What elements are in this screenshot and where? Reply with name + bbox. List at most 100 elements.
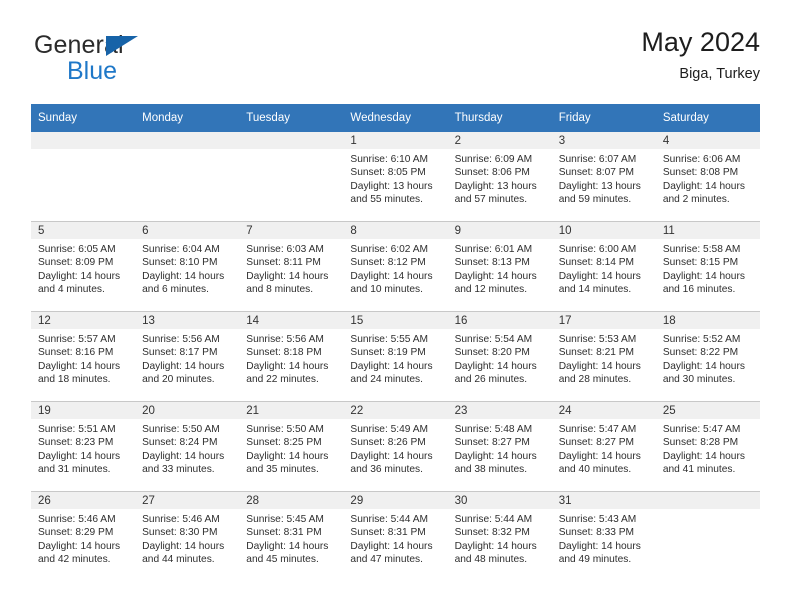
- sunrise-text: Sunrise: 5:53 AM: [558, 334, 637, 345]
- day-details: Sunrise: 6:00 AM Sunset: 8:14 PM Daylight:…: [552, 239, 656, 296]
- day-details: Sunrise: 5:57 AM Sunset: 8:16 PM Daylight:…: [31, 329, 135, 386]
- calendar-day-cell[interactable]: 12 Sunrise: 5:57 AM Sunset: 8:16 PM Dayligh…: [31, 311, 136, 402]
- sunrise-text: Sunrise: 5:47 AM: [558, 424, 637, 435]
- day-details: Sunrise: 6:02 AM Sunset: 8:12 PM Daylight:…: [343, 239, 447, 296]
- sunset-text: Sunset: 8:20 PM: [454, 347, 530, 359]
- calendar-day-cell[interactable]: 16 Sunrise: 5:54 AM Sunset: 8:20 PM Dayligh…: [447, 311, 552, 402]
- calendar-day-cell[interactable]: 2 Sunrise: 6:09 AM Sunset: 8:06 PM Daylight…: [447, 132, 552, 222]
- day-details: Sunrise: 5:47 AM Sunset: 8:28 PM Daylight:…: [656, 419, 760, 476]
- weekday-header-saturday: Saturday: [655, 104, 760, 132]
- daylight-text: Daylight: 14 hours and 36 minutes.: [350, 450, 433, 475]
- general-blue-logo[interactable]: General Blue: [34, 33, 294, 89]
- day-details: Sunrise: 5:50 AM Sunset: 8:25 PM Daylight:…: [239, 419, 343, 476]
- sunset-text: Sunset: 8:15 PM: [662, 257, 739, 269]
- daylight-text: Daylight: 14 hours and 12 minutes.: [454, 270, 537, 295]
- calendar-day-cell[interactable]: 24 Sunrise: 5:47 AM Sunset: 8:27 PM Dayligh…: [551, 401, 656, 492]
- page-header: General Blue May 2024 Biga, Turkey: [31, 27, 760, 90]
- day-details: Sunrise: 6:03 AM Sunset: 8:11 PM Daylight:…: [239, 239, 343, 296]
- weekday-header-monday: Monday: [135, 104, 240, 132]
- sunset-text: Sunset: 8:19 PM: [350, 347, 426, 359]
- sunset-text: Sunset: 8:31 PM: [350, 527, 426, 539]
- calendar-day-cell[interactable]: 29 Sunrise: 5:44 AM Sunset: 8:31 PM Dayligh…: [343, 491, 448, 581]
- sunset-text: Sunset: 8:25 PM: [246, 437, 322, 449]
- sunrise-text: Sunrise: 5:46 AM: [38, 514, 116, 525]
- calendar-week-row: 26 Sunrise: 5:46 AM Sunset: 8:29 PM Dayligh…: [31, 491, 760, 581]
- calendar-day-cell[interactable]: 6 Sunrise: 6:04 AM Sunset: 8:10 PM Daylight…: [135, 221, 240, 312]
- calendar-day-cell[interactable]: 4 Sunrise: 6:06 AM Sunset: 8:08 PM Daylight…: [655, 132, 760, 222]
- calendar-day-cell[interactable]: 1 Sunrise: 6:10 AM Sunset: 8:05 PM Daylight…: [343, 132, 448, 222]
- sunrise-text: Sunrise: 6:06 AM: [662, 154, 741, 165]
- day-details: Sunrise: 6:05 AM Sunset: 8:09 PM Daylight:…: [31, 239, 135, 296]
- daylight-text: Daylight: 14 hours and 20 minutes.: [142, 360, 225, 385]
- calendar-day-cell[interactable]: 3 Sunrise: 6:07 AM Sunset: 8:07 PM Daylight…: [551, 132, 656, 222]
- calendar-day-cell[interactable]: 18 Sunrise: 5:52 AM Sunset: 8:22 PM Dayligh…: [655, 311, 760, 402]
- calendar-day-cell[interactable]: 21 Sunrise: 5:50 AM Sunset: 8:25 PM Dayligh…: [239, 401, 344, 492]
- calendar-day-cell[interactable]: 20 Sunrise: 5:50 AM Sunset: 8:24 PM Dayligh…: [135, 401, 240, 492]
- sunrise-text: Sunrise: 5:58 AM: [662, 244, 741, 255]
- daylight-text: Daylight: 14 hours and 4 minutes.: [38, 270, 121, 295]
- day-details: Sunrise: 6:04 AM Sunset: 8:10 PM Daylight:…: [135, 239, 239, 296]
- calendar-day-cell[interactable]: 15 Sunrise: 5:55 AM Sunset: 8:19 PM Dayligh…: [343, 311, 448, 402]
- sunrise-text: Sunrise: 6:04 AM: [142, 244, 220, 255]
- daylight-text: Daylight: 14 hours and 16 minutes.: [662, 270, 745, 295]
- day-number: 24: [551, 402, 656, 419]
- calendar-day-cell[interactable]: 26 Sunrise: 5:46 AM Sunset: 8:29 PM Dayligh…: [31, 491, 136, 581]
- calendar-day-cell[interactable]: 7 Sunrise: 6:03 AM Sunset: 8:11 PM Daylight…: [239, 221, 344, 312]
- sunset-text: Sunset: 8:12 PM: [350, 257, 426, 269]
- sunrise-text: Sunrise: 6:03 AM: [246, 244, 324, 255]
- sunset-text: Sunset: 8:21 PM: [558, 347, 635, 359]
- day-details: Sunrise: 5:44 AM Sunset: 8:31 PM Daylight:…: [343, 509, 447, 566]
- calendar-page: General Blue May 2024 Biga, Turkey Sunda…: [0, 0, 792, 612]
- day-details: Sunrise: 6:01 AM Sunset: 8:13 PM Daylight:…: [448, 239, 552, 296]
- calendar-day-cell[interactable]: 9 Sunrise: 6:01 AM Sunset: 8:13 PM Daylight…: [447, 221, 552, 312]
- calendar-week-row: 12 Sunrise: 5:57 AM Sunset: 8:16 PM Dayligh…: [31, 311, 760, 402]
- calendar-day-cell[interactable]: 8 Sunrise: 6:02 AM Sunset: 8:12 PM Daylight…: [343, 221, 448, 312]
- calendar-day-cell[interactable]: 11 Sunrise: 5:58 AM Sunset: 8:15 PM Dayligh…: [655, 221, 760, 312]
- day-details: Sunrise: 5:43 AM Sunset: 8:33 PM Daylight:…: [552, 509, 656, 566]
- calendar-day-cell[interactable]: 22 Sunrise: 5:49 AM Sunset: 8:26 PM Dayligh…: [343, 401, 448, 492]
- daylight-text: Daylight: 14 hours and 14 minutes.: [558, 270, 641, 295]
- day-number: 14: [239, 312, 344, 329]
- calendar-day-cell[interactable]: 28 Sunrise: 5:45 AM Sunset: 8:31 PM Dayligh…: [239, 491, 344, 581]
- weekday-header-wednesday: Wednesday: [343, 104, 448, 132]
- sunset-text: Sunset: 8:33 PM: [558, 527, 635, 539]
- sunrise-text: Sunrise: 5:50 AM: [142, 424, 220, 435]
- daylight-text: Daylight: 14 hours and 49 minutes.: [558, 540, 641, 565]
- calendar-day-cell[interactable]: 17 Sunrise: 5:53 AM Sunset: 8:21 PM Dayligh…: [551, 311, 656, 402]
- day-number: [239, 132, 344, 149]
- day-number: 12: [31, 312, 136, 329]
- day-details: Sunrise: 5:44 AM Sunset: 8:32 PM Daylight:…: [448, 509, 552, 566]
- calendar-day-cell[interactable]: 5 Sunrise: 6:05 AM Sunset: 8:09 PM Daylight…: [31, 221, 136, 312]
- calendar-day-cell[interactable]: 30 Sunrise: 5:44 AM Sunset: 8:32 PM Dayligh…: [447, 491, 552, 581]
- day-details: Sunrise: 5:48 AM Sunset: 8:27 PM Daylight:…: [448, 419, 552, 476]
- day-number: 2: [447, 132, 552, 149]
- day-number: [655, 492, 760, 509]
- day-number: 6: [135, 222, 240, 239]
- daylight-text: Daylight: 14 hours and 22 minutes.: [246, 360, 329, 385]
- calendar-day-cell[interactable]: 13 Sunrise: 5:56 AM Sunset: 8:17 PM Dayligh…: [135, 311, 240, 402]
- sunset-text: Sunset: 8:29 PM: [38, 527, 114, 539]
- day-number: 1: [343, 132, 448, 149]
- calendar-day-cell[interactable]: 10 Sunrise: 6:00 AM Sunset: 8:14 PM Dayligh…: [551, 221, 656, 312]
- sunrise-text: Sunrise: 6:09 AM: [454, 154, 533, 165]
- day-details: Sunrise: 5:49 AM Sunset: 8:26 PM Daylight:…: [343, 419, 447, 476]
- day-number: 10: [551, 222, 656, 239]
- day-details: Sunrise: 5:46 AM Sunset: 8:29 PM Daylight:…: [31, 509, 135, 566]
- daylight-text: Daylight: 14 hours and 31 minutes.: [38, 450, 121, 475]
- logo-text-blue: Blue: [67, 57, 118, 85]
- day-number: 16: [447, 312, 552, 329]
- daylight-text: Daylight: 14 hours and 28 minutes.: [558, 360, 641, 385]
- page-title: May 2024: [641, 27, 760, 57]
- day-number: 17: [551, 312, 656, 329]
- calendar-day-cell[interactable]: 31 Sunrise: 5:43 AM Sunset: 8:33 PM Dayligh…: [551, 491, 656, 581]
- calendar-day-cell[interactable]: 14 Sunrise: 5:56 AM Sunset: 8:18 PM Dayligh…: [239, 311, 344, 402]
- day-details: Sunrise: 5:58 AM Sunset: 8:15 PM Daylight:…: [656, 239, 760, 296]
- sunrise-text: Sunrise: 6:00 AM: [558, 244, 637, 255]
- calendar-day-cell[interactable]: 19 Sunrise: 5:51 AM Sunset: 8:23 PM Dayligh…: [31, 401, 136, 492]
- calendar-day-cell[interactable]: 23 Sunrise: 5:48 AM Sunset: 8:27 PM Dayligh…: [447, 401, 552, 492]
- calendar-day-cell[interactable]: 27 Sunrise: 5:46 AM Sunset: 8:30 PM Dayligh…: [135, 491, 240, 581]
- daylight-text: Daylight: 14 hours and 42 minutes.: [38, 540, 121, 565]
- calendar-table: Sunday Monday Tuesday Wednesday Thursday…: [31, 104, 760, 581]
- sunset-text: Sunset: 8:22 PM: [662, 347, 739, 359]
- calendar-day-cell[interactable]: 25 Sunrise: 5:47 AM Sunset: 8:28 PM Dayligh…: [655, 401, 760, 492]
